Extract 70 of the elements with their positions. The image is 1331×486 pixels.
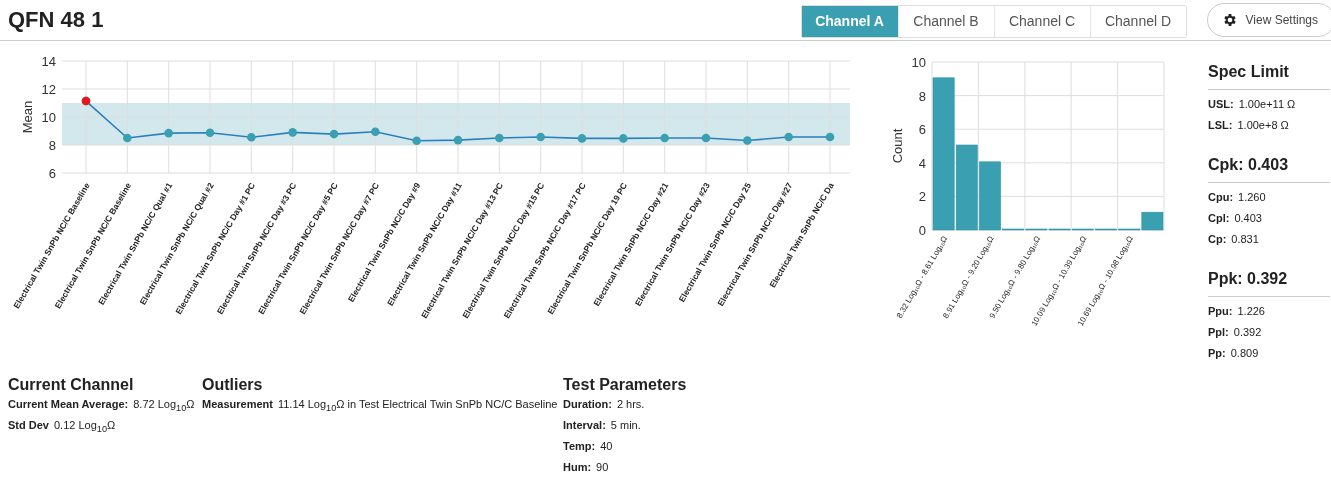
y-tick-label: 0 [918,223,926,238]
data-point [453,135,463,145]
stat-label: Ppu: [1208,305,1233,319]
stat-value: 0.392 [1233,326,1262,340]
stat-value: 8.72 Log$_{10}$Ω [133,398,195,416]
stat-label: Pp: [1208,347,1226,361]
stat-value: 90 [596,461,609,475]
data-point [288,128,297,137]
stat-label: Hum: [563,461,592,475]
data-point [371,127,380,136]
data-point [247,133,256,142]
y-axis-title: Count [890,128,905,164]
data-point [701,133,711,143]
stat-label: Interval: [563,419,606,433]
stat-value: 40 [600,440,613,454]
stat-label: Std Dev [8,419,49,433]
y-tick-label: 2 [918,189,926,205]
section-heading: Ppk: 0.392 [1208,270,1330,297]
data-point [412,136,421,146]
data-point [619,134,628,143]
stat-value: 0.403 [1234,212,1262,226]
stat-label: Duration: [563,398,612,412]
page-title: QFN 48 1 [8,7,105,33]
stat-label: Cp: [1208,233,1227,247]
data-point [825,132,835,142]
stat-value: 1.00e+11 Ω [1238,98,1296,112]
y-tick-label: 12 [41,82,56,97]
data-point [123,133,132,143]
stat-label: Ppl: [1208,326,1229,340]
stat-value: 11.14 Log$_{10}$Ω in Test Electrical Twin SnPb NC/C Baseline [277,398,558,416]
stat-value: 1.260 [1238,191,1266,205]
data-point [164,128,173,138]
view-settings-button[interactable]: View Settings [1206,3,1331,37]
section-heading: Outliers [202,376,264,394]
y-axis-title: Mean [20,100,35,134]
y-tick-label: 6 [48,166,56,181]
stat-value: 1.00e+8 Ω [1237,119,1289,133]
y-tick-label: 10 [911,55,926,70]
section-heading: Test Parameters [563,376,687,394]
stat-value: 2 hrs. [616,398,645,412]
stat-label: LSL: [1208,119,1233,133]
stat-value: 1.226 [1237,305,1265,319]
data-point [205,128,215,137]
y-tick-label: 4 [918,155,926,171]
stat-label: Measurement [202,398,273,412]
data-point [784,132,793,142]
stat-label: USL: [1208,98,1234,112]
y-tick-label: 10 [41,110,56,125]
section-heading: Spec Limit [1208,63,1330,90]
data-point [329,129,339,139]
stat-label: Cpu: [1208,191,1234,205]
section-heading: Cpk: 0.403 [1208,156,1330,183]
stat-label: Cpl: [1208,212,1230,226]
y-tick-label: 8 [48,138,56,153]
data-point [536,132,545,142]
stat-value: 0.809 [1230,347,1259,361]
channel-tab[interactable]: Channel D [1089,5,1186,37]
y-tick-label: 6 [918,122,926,138]
data-point [660,133,669,143]
data-point [495,133,504,143]
data-point [577,134,587,143]
stat-label: Temp: [563,440,596,454]
stat-value: 0.831 [1231,233,1259,247]
section-heading: Current Channel [8,376,135,394]
y-tick-label: 14 [41,54,56,69]
stat-label: Current Mean Average: [8,398,129,412]
data-point [743,136,752,145]
y-tick-label: 8 [918,88,926,104]
stat-value: 0.12 Log$_{10}$Ω [53,419,116,437]
stat-value: 5 min. [610,419,641,433]
